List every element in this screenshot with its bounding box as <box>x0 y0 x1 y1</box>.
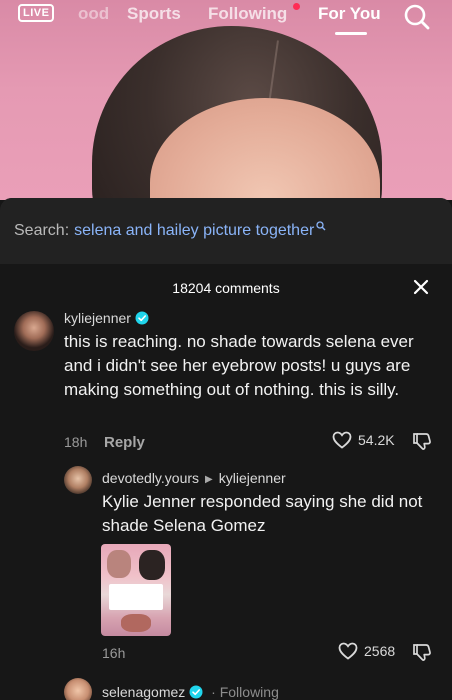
search-icon <box>316 218 326 236</box>
thumbnail-text-card <box>109 584 163 610</box>
reply-arrow-icon: ▶ <box>205 474 213 485</box>
reply-username[interactable]: selenagomez · Following <box>102 684 279 700</box>
search-icon[interactable] <box>403 3 431 36</box>
search-suggestion[interactable]: Search: selena and hailey picture togeth… <box>0 198 452 264</box>
video-background[interactable]: LIVE ood Sports Following For You <box>0 0 452 200</box>
close-icon[interactable] <box>412 278 430 301</box>
thumbnail-photo <box>121 614 151 632</box>
comments-sheet: Search: selena and hailey picture togeth… <box>0 198 452 700</box>
like-count: 54.2K <box>358 432 395 448</box>
reply-username[interactable]: devotedly.yours ▶ kyliejenner <box>102 470 286 486</box>
comment-time: 18h <box>64 434 88 450</box>
active-tab-indicator <box>335 32 367 35</box>
thumbnail-photo <box>139 550 165 580</box>
reply-text: Kylie Jenner responded saying she did no… <box>102 492 423 535</box>
following-label: · Following <box>211 684 279 700</box>
reply-image-thumbnail[interactable] <box>101 544 171 636</box>
reply-button[interactable]: Reply <box>104 434 145 451</box>
verified-icon <box>189 685 203 700</box>
reply-to-username[interactable]: kyliejenner <box>219 470 286 486</box>
thumbnail-photo <box>107 550 131 578</box>
search-prefix: Search: <box>14 222 70 239</box>
comment-text: this is reaching. no shade towards selen… <box>64 332 414 399</box>
tab-for-you[interactable]: For You <box>318 4 381 24</box>
avatar[interactable] <box>14 311 54 351</box>
username-text[interactable]: selenagomez <box>102 684 185 700</box>
avatar[interactable] <box>64 678 92 700</box>
comments-count: 18204 comments <box>172 280 280 296</box>
tab-food[interactable]: ood <box>78 4 109 24</box>
heart-icon <box>332 431 352 449</box>
like-count: 2568 <box>364 643 396 659</box>
verified-icon <box>135 311 149 328</box>
heart-icon <box>338 642 358 660</box>
reply-time: 16h <box>102 645 126 661</box>
notification-dot <box>293 3 300 10</box>
dislike-icon[interactable] <box>412 431 432 456</box>
username-text[interactable]: devotedly.yours <box>102 470 199 486</box>
live-icon[interactable]: LIVE <box>18 4 55 22</box>
username-text[interactable]: kyliejenner <box>64 310 131 326</box>
tab-following[interactable]: Following <box>208 4 287 24</box>
search-query-link[interactable]: selena and hailey picture together <box>74 222 314 240</box>
avatar[interactable] <box>64 466 92 494</box>
dislike-icon[interactable] <box>412 642 432 667</box>
tab-sports[interactable]: Sports <box>127 4 181 24</box>
like-button[interactable]: 2568 <box>338 642 395 660</box>
top-navigation: LIVE ood Sports Following For You <box>0 0 452 36</box>
comment-username[interactable]: kyliejenner <box>64 310 149 328</box>
like-button[interactable]: 54.2K <box>332 431 395 449</box>
